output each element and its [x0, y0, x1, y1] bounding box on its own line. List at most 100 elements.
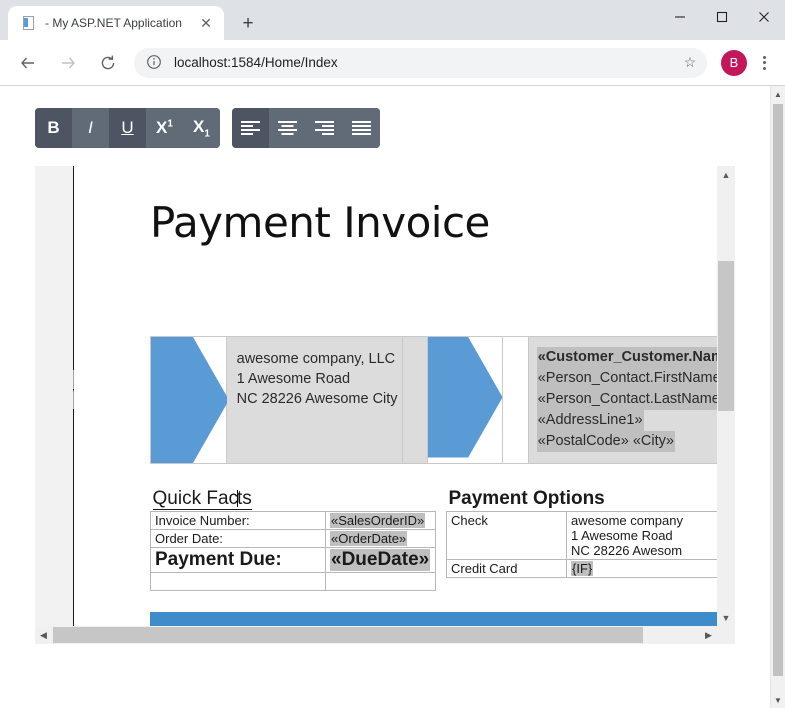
scroll-up-icon[interactable]: ▲ — [717, 166, 735, 183]
page-viewport: B I U X1 X1 Payment Invoice awesome comp… — [0, 85, 785, 708]
credit-card-label: Credit Card — [446, 559, 567, 578]
merge-field: «PostalCode» «City» — [536, 431, 675, 452]
document-vertical-scrollbar[interactable]: ▲ ▼ — [717, 166, 735, 626]
table-row: Invoice Number: «SalesOrderID» — [150, 511, 436, 530]
subscript-affix: 1 — [204, 128, 210, 140]
check-address-line: 1 Awesome Road — [571, 528, 673, 543]
underline-label: U — [121, 118, 134, 137]
sender-line-2: 1 Awesome Road — [236, 371, 351, 387]
merge-field-row: «Person_Contact.LastName» — [536, 389, 717, 410]
payment-options-heading: Payment Options — [446, 488, 717, 512]
back-icon[interactable] — [13, 48, 43, 78]
bookmark-star-icon[interactable]: ☆ — [679, 54, 701, 71]
browser-window: - My ASP.NET Application ✕ + localhost:1… — [0, 0, 785, 708]
align-button-group — [232, 108, 380, 148]
table-row: Order Date: «OrderDate» — [150, 529, 436, 548]
italic-button[interactable]: I — [72, 108, 109, 148]
italic-label: I — [88, 118, 93, 137]
align-justify-button[interactable] — [343, 108, 380, 148]
payment-due-label: Payment Due: — [150, 547, 326, 573]
tab-title: - My ASP.NET Application — [45, 16, 182, 30]
quick-facts-heading-part1: Quick Fac — [152, 488, 239, 510]
arrow-graphic-cell-left — [151, 337, 229, 463]
subscript-label: X — [193, 116, 205, 136]
horizontal-scroll-thumb[interactable] — [53, 627, 643, 643]
address-bar[interactable]: localhost:1584/Home/Index ☆ — [134, 47, 707, 78]
browser-tab[interactable]: - My ASP.NET Application ✕ — [8, 6, 224, 40]
merge-field: «SalesOrderID» — [330, 513, 426, 528]
underline-button[interactable]: U — [109, 108, 146, 148]
tab-close-icon[interactable]: ✕ — [196, 13, 216, 33]
recipient-merge-cell: «Customer_Customer.Name» «Person_Contact… — [528, 337, 717, 463]
scroll-up-icon[interactable]: ▲ — [771, 86, 785, 102]
invoice-number-label: Invoice Number: — [150, 511, 326, 530]
vertical-scroll-thumb[interactable] — [718, 261, 734, 411]
table-row: Quick Facts — [150, 488, 436, 512]
align-left-button[interactable] — [232, 108, 269, 148]
check-address-line: NC 28226 Awesom — [571, 543, 683, 558]
page-title: Payment Invoice — [150, 198, 490, 247]
scroll-right-icon[interactable]: ▶ — [700, 626, 717, 644]
subscript-button[interactable]: X1 — [183, 108, 220, 148]
merge-field: «Person_Contact.LastName» — [536, 389, 717, 410]
band-spacer-cell — [402, 337, 428, 463]
payment-options-table: Payment Options Check awesome company 1 … — [446, 488, 717, 578]
merge-field-row: «AddressLine1» — [536, 410, 717, 431]
merge-field-row: «Person_Contact.FirstName» — [536, 368, 717, 389]
scroll-down-icon[interactable]: ▼ — [717, 609, 735, 626]
letterhead-band: awesome company, LLC 1 Awesome Road NC 2… — [150, 336, 717, 464]
product-col-product: Product — [274, 612, 520, 626]
credit-card-value: {IF} — [566, 559, 717, 578]
merge-field: «Person_Contact.FirstName» — [536, 368, 717, 389]
product-col-qty: Qty. — [522, 612, 582, 626]
scroll-down-icon[interactable]: ▼ — [771, 692, 785, 708]
check-label: Check — [446, 511, 567, 560]
document-horizontal-scrollbar[interactable]: ◀ ▶ — [35, 626, 717, 644]
browser-scroll-thumb[interactable] — [773, 104, 783, 676]
kebab-menu-icon[interactable] — [751, 55, 777, 70]
browser-vertical-scrollbar[interactable]: ▲ ▼ — [770, 86, 785, 708]
merge-field: «OrderDate» — [330, 531, 408, 546]
product-col-line-total: Line To — [706, 612, 717, 626]
superscript-button[interactable]: X1 — [146, 108, 183, 148]
scroll-left-icon[interactable]: ◀ — [35, 626, 52, 644]
document-frame: Payment Invoice awesome company, LLC 1 A… — [35, 166, 735, 644]
document-page[interactable]: Payment Invoice awesome company, LLC 1 A… — [74, 166, 717, 626]
check-address-line: awesome company — [571, 513, 683, 528]
payment-due-value: «DueDate» — [325, 547, 436, 573]
bold-label: B — [47, 118, 60, 137]
quick-facts-heading: Quick Facts — [150, 488, 436, 512]
band-gap-cell — [503, 337, 529, 463]
table-row: Payment Options — [446, 488, 717, 512]
forward-icon[interactable] — [53, 48, 83, 78]
avatar[interactable]: B — [721, 49, 747, 76]
maximize-icon[interactable] — [701, 0, 743, 34]
table-row — [150, 572, 436, 591]
table-row: Check awesome company 1 Awesome Road NC … — [446, 511, 717, 560]
table-row: Payment Due: «DueDate» — [150, 547, 436, 573]
merge-field: «Customer_Customer.Name» — [536, 347, 717, 368]
address-bar-url: localhost:1584/Home/Index — [174, 55, 338, 70]
empty-cell — [325, 572, 436, 591]
new-tab-button[interactable]: + — [234, 9, 262, 37]
merge-field: {IF} — [571, 561, 594, 576]
info-icon[interactable] — [146, 54, 164, 72]
tab-favicon-icon — [20, 15, 36, 31]
bold-button[interactable]: B — [35, 108, 72, 148]
blue-arrow-icon — [151, 337, 229, 463]
merge-field-row: «Customer_Customer.Name» — [536, 347, 717, 368]
merge-field: «AddressLine1» — [536, 410, 644, 431]
superscript-label: X — [156, 118, 168, 137]
minimize-icon[interactable] — [659, 0, 701, 34]
sender-line-3: NC 28226 Awesome City — [236, 391, 398, 407]
browser-nav-toolbar: localhost:1584/Home/Index ☆ B — [0, 40, 785, 85]
quick-facts-table: Quick Facts Invoice Number: «SalesOrderI… — [150, 488, 436, 591]
table-row: Credit Card {IF} — [446, 559, 717, 578]
align-right-button[interactable] — [306, 108, 343, 148]
merge-field-row: «PostalCode» «City» — [536, 431, 717, 452]
reload-icon[interactable] — [93, 48, 123, 78]
rich-text-editor: B I U X1 X1 Payment Invoice awesome comp… — [35, 108, 735, 688]
align-center-button[interactable] — [269, 108, 306, 148]
close-icon[interactable] — [743, 0, 785, 34]
format-button-group: B I U X1 X1 — [35, 108, 220, 148]
